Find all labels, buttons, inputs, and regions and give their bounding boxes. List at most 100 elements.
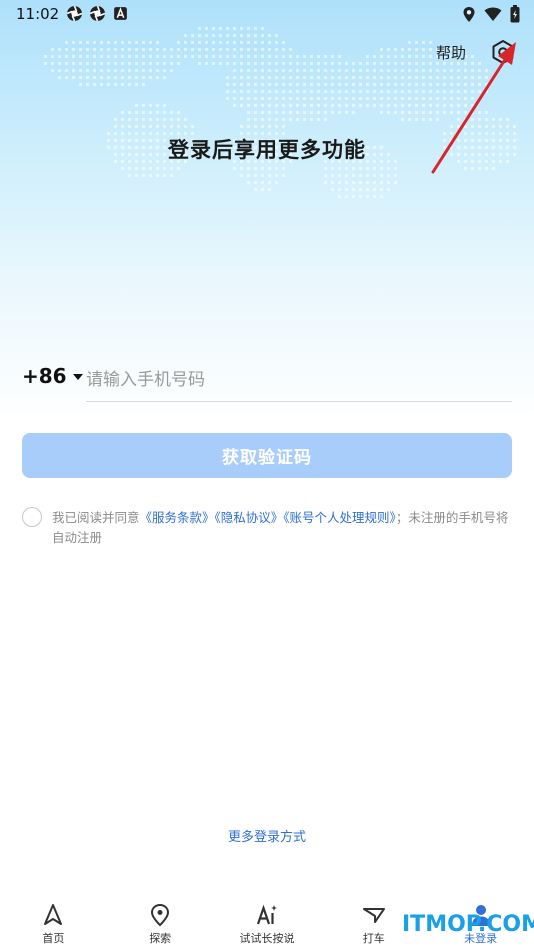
country-code-selector[interactable]: +86 (22, 364, 83, 388)
phone-input[interactable] (86, 358, 512, 402)
map-dot (72, 76, 75, 79)
map-dot (247, 69, 250, 72)
map-dot (401, 118, 404, 121)
map-dot (93, 62, 96, 65)
map-dot (352, 90, 355, 93)
map-dot (149, 118, 152, 121)
map-dot (415, 118, 418, 121)
map-dot (100, 69, 103, 72)
map-dot (261, 62, 264, 65)
map-dot (156, 111, 159, 114)
map-dot (128, 41, 131, 44)
map-dot (79, 48, 82, 51)
map-dot (282, 90, 285, 93)
map-dot (72, 69, 75, 72)
more-login-link[interactable]: 更多登录方式 (0, 826, 534, 845)
map-dot (310, 90, 313, 93)
map-dot (254, 55, 257, 58)
map-dot (373, 167, 376, 170)
map-dot (324, 76, 327, 79)
map-dot (359, 76, 362, 79)
map-dot (142, 76, 145, 79)
map-dot (366, 97, 369, 100)
map-dot (247, 90, 250, 93)
map-dot (72, 55, 75, 58)
map-dot (338, 76, 341, 79)
map-dot (282, 118, 285, 121)
map-dot (121, 76, 124, 79)
map-dot (149, 62, 152, 65)
nav-item-home[interactable]: 首页 (0, 895, 107, 950)
map-dot (261, 125, 264, 128)
map-dot (366, 55, 369, 58)
map-dot (149, 55, 152, 58)
get-code-button[interactable]: 获取验证码 (22, 433, 512, 478)
map-dot (135, 125, 138, 128)
map-dot (128, 76, 131, 79)
map-dot (261, 69, 264, 72)
map-dot (310, 69, 313, 72)
map-dot (240, 69, 243, 72)
map-dot (226, 97, 229, 100)
map-dot (163, 104, 166, 107)
nav-item-explore[interactable]: 探索 (107, 895, 214, 950)
map-dot (415, 111, 418, 114)
map-dot (44, 62, 47, 65)
map-dot (289, 83, 292, 86)
map-dot (254, 181, 257, 184)
map-dot (373, 55, 376, 58)
map-dot (233, 69, 236, 72)
map-dot (58, 76, 61, 79)
map-dot (408, 76, 411, 79)
agreement-checkbox[interactable] (22, 507, 42, 527)
map-dot (79, 41, 82, 44)
map-dot (128, 167, 131, 170)
map-dot (324, 167, 327, 170)
map-dot (408, 69, 411, 72)
map-dot (415, 48, 418, 51)
map-dot (177, 167, 180, 170)
map-dot (296, 83, 299, 86)
terms-link[interactable]: 《服务条款》 (140, 510, 215, 525)
map-dot (345, 62, 348, 65)
map-dot (240, 174, 243, 177)
map-dot (198, 48, 201, 51)
map-dot (373, 181, 376, 184)
personal-rules-link[interactable]: 《账号个人处理规则》 (283, 510, 396, 525)
map-dot (65, 62, 68, 65)
map-dot (275, 167, 278, 170)
map-dot (310, 118, 313, 121)
map-dot (359, 97, 362, 100)
map-dot (401, 83, 404, 86)
map-dot (401, 55, 404, 58)
map-dot (303, 76, 306, 79)
map-dot (380, 195, 383, 198)
app-a-icon (114, 7, 127, 20)
map-dot (310, 104, 313, 107)
map-dot (93, 41, 96, 44)
map-dot (86, 41, 89, 44)
map-dot (394, 97, 397, 100)
map-dot (142, 48, 145, 51)
map-dot (128, 69, 131, 72)
map-dot (275, 125, 278, 128)
map-dot (268, 167, 271, 170)
agreement-text: 我已阅读并同意《服务条款》《隐私协议》《账号个人处理规则》；未注册的手机号将自动… (52, 508, 518, 548)
map-dot (373, 69, 376, 72)
map-dot (289, 97, 292, 100)
map-dot (184, 118, 187, 121)
map-dot (373, 104, 376, 107)
map-dot (247, 111, 250, 114)
map-dot (233, 34, 236, 37)
map-dot (401, 69, 404, 72)
map-dot (149, 76, 152, 79)
map-dot (177, 125, 180, 128)
map-dot (415, 90, 418, 93)
privacy-link[interactable]: 《隐私协议》 (215, 510, 284, 525)
map-dot (338, 83, 341, 86)
map-dot (107, 55, 110, 58)
map-dot (317, 111, 320, 114)
map-dot (247, 104, 250, 107)
map-dot (121, 167, 124, 170)
nav-item-voice[interactable]: 试试长按说 (214, 895, 321, 950)
